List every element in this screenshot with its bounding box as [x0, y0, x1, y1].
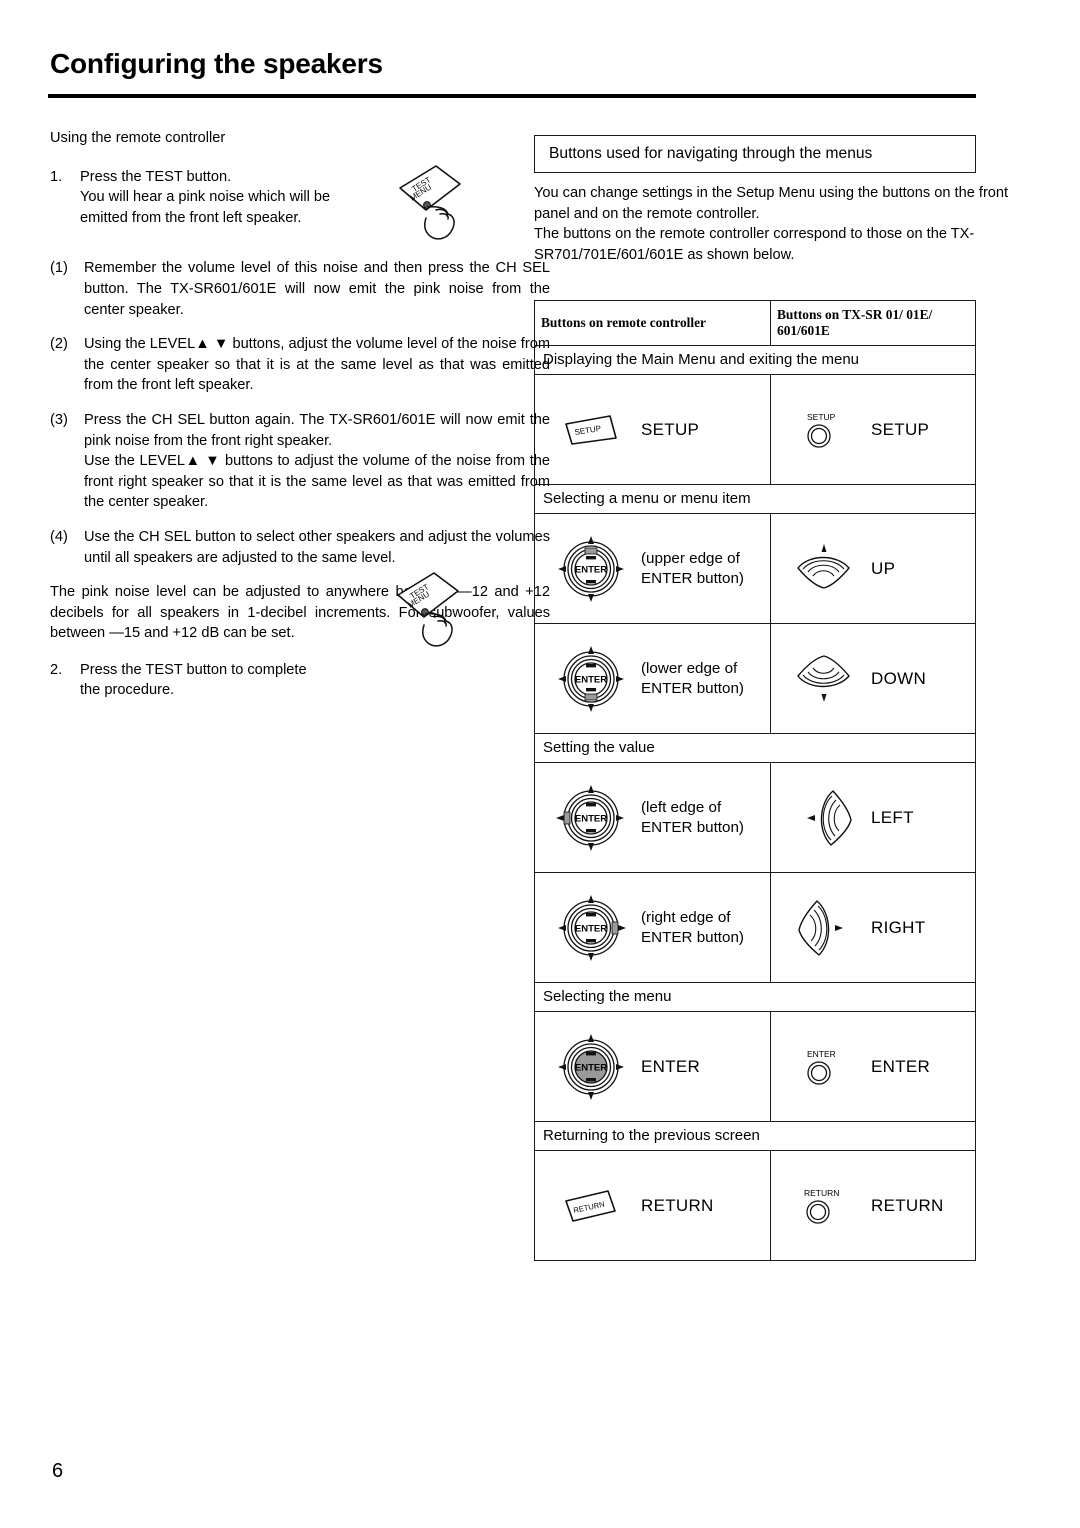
remote-label-return: RETURN: [641, 1195, 714, 1215]
svg-text:ENTER: ENTER: [575, 564, 607, 575]
substep-4: (4) Use the CH SEL button to select othe…: [50, 527, 550, 568]
unit-label-up: UP: [871, 558, 896, 578]
section-label-setting-value: Setting the value: [535, 734, 975, 763]
unit-label-return: RETURN: [871, 1195, 944, 1215]
section-label-display-main-menu: Displaying the Main Menu and exiting the…: [535, 346, 975, 375]
unit-label-enter: ENTER: [871, 1056, 931, 1076]
remote-cell-down: ENTER (lower edge of ENTER button): [535, 624, 771, 733]
remote-label-left: (left edge of ENTER button): [641, 798, 744, 836]
table-row: ENTER ENTER ENTER ENTER: [535, 1012, 975, 1122]
unit-cell-setup: SETUP SETUP: [771, 375, 975, 484]
fan-down-icon: [787, 652, 863, 706]
substep-3-marker: (3): [50, 411, 68, 428]
return-remote-button-icon: RETURN: [549, 1185, 633, 1227]
setup-round-button-icon: SETUP: [787, 406, 863, 454]
table-header-right: Buttons on TX-SR 01/ 01E/ 601/601E: [777, 307, 933, 338]
svg-text:ENTER: ENTER: [575, 813, 607, 824]
fan-right-icon: [787, 897, 863, 959]
table-row: ENTER (lower edge of ENTER button) DOWN: [535, 624, 975, 734]
step-2: 2. Press the TEST button to complete the…: [50, 660, 550, 701]
table-header-row: Buttons on remote controller Buttons on …: [535, 301, 975, 346]
enter-dial-left-icon: ENTER: [549, 777, 633, 859]
manual-page: Configuring the speakers Using the remot…: [0, 0, 1080, 1528]
unit-cell-down: DOWN: [771, 624, 975, 733]
table-row: SETUP SETUP SETUP SETUP: [535, 375, 975, 485]
substep-3-text: Press the CH SEL button again. The TX-SR…: [84, 411, 550, 511]
substep-2-text: Using the LEVEL▲ ▼ buttons, adjust the v…: [84, 336, 550, 394]
enter-dial-down-icon: ENTER: [549, 638, 633, 720]
nav-buttons-heading: Buttons used for navigating through the …: [549, 145, 873, 162]
substep-3: (3) Press the CH SEL button again. The T…: [50, 410, 550, 513]
unit-label-setup: SETUP: [871, 419, 930, 439]
page-title: Configuring the speakers: [50, 48, 383, 80]
remote-label-setup: SETUP: [641, 419, 700, 439]
step-2-line-1: Press the TEST button to complete: [80, 661, 307, 678]
step-2-line-2: the procedure.: [80, 682, 175, 699]
table-row: ENTER (right edge of ENTER button) RIGHT: [535, 873, 975, 983]
fan-left-icon: [787, 787, 863, 849]
table-header-left: Buttons on remote controller: [535, 301, 771, 345]
setup-icon-caption: SETUP: [807, 412, 836, 422]
title-divider: [48, 94, 976, 98]
section-label-returning-previous: Returning to the previous screen: [535, 1122, 975, 1151]
page-number: 6: [52, 1460, 64, 1482]
nav-buttons-description: You can change settings in the Setup Men…: [534, 185, 1009, 263]
svg-text:ENTER: ENTER: [575, 674, 607, 685]
substep-2-marker: (2): [50, 336, 68, 353]
nav-buttons-heading-box: Buttons used for navigating through the …: [534, 135, 976, 173]
unit-cell-right: RIGHT: [771, 873, 975, 982]
remote-label-enter: ENTER: [641, 1056, 701, 1076]
test-menu-button-figure: TEST MENU: [390, 158, 500, 253]
return-icon-caption: RETURN: [804, 1188, 839, 1198]
substep-1: (1) Remember the volume level of this no…: [50, 258, 550, 320]
unit-label-right: RIGHT: [871, 917, 926, 937]
unit-label-left: LEFT: [871, 807, 914, 827]
unit-cell-enter: ENTER ENTER: [771, 1012, 975, 1121]
remote-cell-return: RETURN RETURN: [535, 1151, 771, 1260]
intro-line: Using the remote controller: [50, 130, 226, 146]
table-row: RETURN RETURN RETURN RETURN: [535, 1151, 975, 1260]
unit-cell-up: UP: [771, 514, 975, 623]
unit-cell-return: RETURN RETURN: [771, 1151, 975, 1260]
remote-cell-setup: SETUP SETUP: [535, 375, 771, 484]
remote-label-down: (lower edge of ENTER button): [641, 659, 744, 697]
remote-cell-up: ENTER (upper edge of ENTER button): [535, 514, 771, 623]
substep-1-text: Remember the volume level of this noise …: [84, 260, 550, 318]
enter-icon-caption: ENTER: [807, 1049, 836, 1059]
svg-text:ENTER: ENTER: [575, 923, 607, 934]
substep-4-text: Use the CH SEL button to select other sp…: [84, 528, 550, 566]
table-row: ENTER (upper edge of ENTER button) UP: [535, 514, 975, 624]
enter-dial-center-icon: ENTER: [549, 1026, 633, 1108]
remote-cell-enter: ENTER ENTER: [535, 1012, 771, 1121]
enter-dial-up-icon: ENTER: [549, 528, 633, 610]
substep-2: (2) Using the LEVEL▲ ▼ buttons, adjust t…: [50, 334, 550, 396]
enter-dial-right-icon: ENTER: [549, 887, 633, 969]
remote-cell-right: ENTER (right edge of ENTER button): [535, 873, 771, 982]
section-label-selecting-menu: Selecting the menu: [535, 983, 975, 1012]
remote-label-right: (right edge of ENTER button): [641, 908, 744, 946]
substep-1-marker: (1): [50, 260, 68, 277]
unit-cell-left: LEFT: [771, 763, 975, 872]
return-round-button-icon: RETURN: [787, 1182, 863, 1230]
substep-4-marker: (4): [50, 528, 68, 545]
enter-round-button-icon: ENTER: [787, 1043, 863, 1091]
step-1-marker: 1.: [50, 168, 63, 185]
page-title-text: Configuring the speakers: [50, 48, 383, 79]
fan-up-icon: [787, 542, 863, 596]
remote-label-up: (upper edge of ENTER button): [641, 549, 744, 587]
button-mapping-table: Buttons on remote controller Buttons on …: [534, 300, 976, 1261]
table-row: ENTER (left edge of ENTER button) LEFT: [535, 763, 975, 873]
test-menu-button-figure-2: TEST MENU: [388, 565, 498, 660]
right-column: Buttons used for navigating through the …: [534, 135, 1008, 265]
step-2-marker: 2.: [50, 661, 63, 678]
section-label-selecting-menu-item: Selecting a menu or menu item: [535, 485, 975, 514]
svg-text:ENTER: ENTER: [575, 1062, 607, 1073]
unit-label-down: DOWN: [871, 668, 927, 688]
setup-remote-button-icon: SETUP: [549, 410, 633, 450]
remote-cell-left: ENTER (left edge of ENTER button): [535, 763, 771, 872]
